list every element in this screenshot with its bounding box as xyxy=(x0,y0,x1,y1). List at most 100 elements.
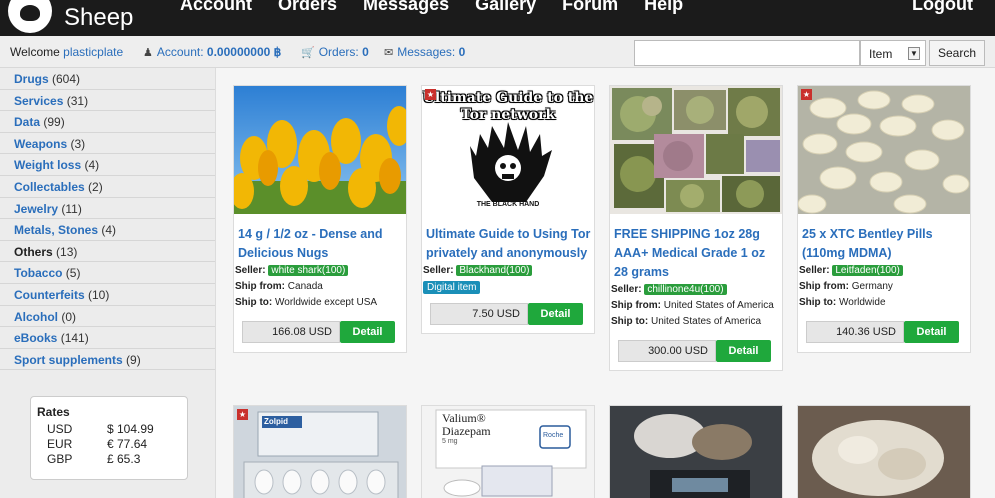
welcome-text: Welcome plasticplate xyxy=(10,45,123,59)
nav-orders[interactable]: Orders xyxy=(278,0,337,15)
orders-label: Orders: xyxy=(318,45,359,59)
main-menu: Account Orders Messages Gallery Forum He… xyxy=(180,0,683,15)
nav-messages[interactable]: Messages xyxy=(363,0,449,15)
logout-link[interactable]: Logout xyxy=(912,0,973,15)
product-card[interactable]: ★ Zolpid xyxy=(233,405,407,498)
ship-to-value: United States of America xyxy=(651,316,762,327)
seller-label: Seller: xyxy=(611,284,642,295)
category-name[interactable]: Sport supplements xyxy=(14,353,123,367)
category-item[interactable]: Services (31) xyxy=(0,90,215,112)
user-icon: ♟ xyxy=(143,47,153,59)
category-name[interactable]: Jewelry xyxy=(14,202,58,216)
category-name[interactable]: Weight loss xyxy=(14,158,81,172)
ship-to-line: Ship to: United States of America xyxy=(611,314,781,330)
category-item[interactable]: Weapons (3) xyxy=(0,133,215,155)
category-name[interactable]: Others xyxy=(14,245,53,259)
category-name[interactable]: Tobacco xyxy=(14,266,62,280)
category-item[interactable]: Weight loss (4) xyxy=(0,154,215,176)
seller-badge[interactable]: white shark(100) xyxy=(268,265,349,276)
category-item[interactable]: Drugs (604) xyxy=(0,68,215,90)
category-item[interactable]: Metals, Stones (4) xyxy=(0,219,215,241)
image-caption-dose: 5 mg xyxy=(442,438,458,445)
messages-label: Messages: xyxy=(397,45,456,59)
category-name[interactable]: Data xyxy=(14,115,40,129)
product-image[interactable] xyxy=(610,406,782,498)
featured-star-icon: ★ xyxy=(237,409,248,420)
product-grid: 14 g / 1/2 oz - Dense and Delicious Nugs… xyxy=(216,68,995,498)
category-name[interactable]: Services xyxy=(14,94,63,108)
cart-icon: 🛒 xyxy=(301,47,315,59)
category-name[interactable]: Collectables xyxy=(14,180,85,194)
messages-link[interactable]: ✉ Messages: 0 xyxy=(384,45,465,59)
product-title[interactable]: 25 x XTC Bentley Pills (110mg MDMA) xyxy=(802,225,968,263)
price-display: 7.50 USD xyxy=(430,303,528,325)
category-name[interactable]: Drugs xyxy=(14,72,49,86)
account-balance[interactable]: ♟ Account: 0.00000000 ฿ xyxy=(143,45,281,59)
category-count: (4) xyxy=(84,158,100,173)
search-type-value: Item xyxy=(869,47,893,61)
detail-button[interactable]: Detail xyxy=(716,340,771,362)
detail-button[interactable]: Detail xyxy=(904,321,959,343)
product-image[interactable]: ★ xyxy=(798,86,970,214)
product-card[interactable]: ★ 25 x XTC Bentley Pills (110mg MDMA) Se… xyxy=(797,85,971,353)
category-item[interactable]: Alcohol (0) xyxy=(0,306,215,328)
seller-badge[interactable]: chillinone4u(100) xyxy=(644,284,727,295)
category-item[interactable]: eBooks (141) xyxy=(0,327,215,349)
product-image[interactable]: Valium® Diazepam 5 mg Roche xyxy=(422,406,594,498)
category-name[interactable]: Metals, Stones xyxy=(14,223,98,237)
image-caption-title: Ultimate Guide to the Tor network xyxy=(422,90,594,123)
dropdown-arrow-icon: ▼ xyxy=(908,47,920,60)
ship-from-label: Ship from: xyxy=(611,300,661,311)
search-button[interactable]: Search xyxy=(929,40,985,66)
orders-link[interactable]: 🛒 Orders: 0 xyxy=(301,45,369,59)
account-value: 0.00000000 ฿ xyxy=(206,45,282,59)
nav-help[interactable]: Help xyxy=(644,0,683,15)
product-card[interactable]: ★ Ultimate Guide to the Tor network THE … xyxy=(421,85,595,334)
category-item[interactable]: Counterfeits (10) xyxy=(0,284,215,306)
search-type-select[interactable]: Item ▼ xyxy=(860,40,926,66)
category-item[interactable]: Collectables (2) xyxy=(0,176,215,198)
category-name[interactable]: Weapons xyxy=(14,137,67,151)
category-item[interactable]: Others (13) xyxy=(0,241,215,263)
detail-button[interactable]: Detail xyxy=(528,303,583,325)
username-link[interactable]: plasticplate xyxy=(63,45,123,59)
price-row: 140.36 USD Detail xyxy=(806,321,959,343)
category-count: (31) xyxy=(66,93,89,108)
product-image[interactable]: ★ Zolpid xyxy=(234,406,406,498)
exchange-rates-panel: Rates USD $ 104.99 EUR € 77.64 GBP £ 65.3 xyxy=(30,396,188,480)
envelope-icon: ✉ xyxy=(384,47,394,59)
product-image[interactable]: ★ Ultimate Guide to the Tor network THE … xyxy=(422,86,594,214)
nav-account[interactable]: Account xyxy=(180,0,252,15)
product-card[interactable] xyxy=(609,405,783,498)
category-count: (99) xyxy=(43,115,65,130)
category-item[interactable]: Tobacco (5) xyxy=(0,262,215,284)
category-count: (141) xyxy=(60,331,89,346)
category-item[interactable]: Sport supplements (9) xyxy=(0,349,215,371)
product-title[interactable]: 14 g / 1/2 oz - Dense and Delicious Nugs xyxy=(238,225,404,263)
image-caption-brand: Roche xyxy=(543,432,564,439)
product-card[interactable]: FREE SHIPPING 1oz 28g AAA+ Medical Grade… xyxy=(609,85,783,371)
category-name[interactable]: Counterfeits xyxy=(14,288,85,302)
search-input[interactable] xyxy=(634,40,860,66)
category-item[interactable]: Jewelry (11) xyxy=(0,198,215,220)
brand-name: Sheep xyxy=(64,4,134,31)
product-card[interactable]: Valium® Diazepam 5 mg Roche xyxy=(421,405,595,498)
product-image[interactable] xyxy=(610,86,782,214)
brand-logo[interactable]: Sheep xyxy=(8,0,133,36)
product-title[interactable]: FREE SHIPPING 1oz 28g AAA+ Medical Grade… xyxy=(614,225,780,282)
ship-from-label: Ship from: xyxy=(799,281,849,292)
category-item[interactable]: Data (99) xyxy=(0,111,215,133)
product-card[interactable]: 14 g / 1/2 oz - Dense and Delicious Nugs… xyxy=(233,85,407,353)
product-card[interactable] xyxy=(797,405,971,498)
seller-badge[interactable]: Blackhand(100) xyxy=(456,265,533,276)
nav-gallery[interactable]: Gallery xyxy=(475,0,536,15)
category-name[interactable]: Alcohol xyxy=(14,310,58,324)
seller-badge[interactable]: Leitfaden(100) xyxy=(832,265,903,276)
category-name[interactable]: eBooks xyxy=(14,331,57,345)
product-image[interactable] xyxy=(798,406,970,498)
nav-forum[interactable]: Forum xyxy=(562,0,618,15)
product-image[interactable] xyxy=(234,86,406,214)
product-title[interactable]: Ultimate Guide to Using Tor privately an… xyxy=(426,225,592,263)
rate-currency: GBP xyxy=(47,452,73,466)
detail-button[interactable]: Detail xyxy=(340,321,395,343)
